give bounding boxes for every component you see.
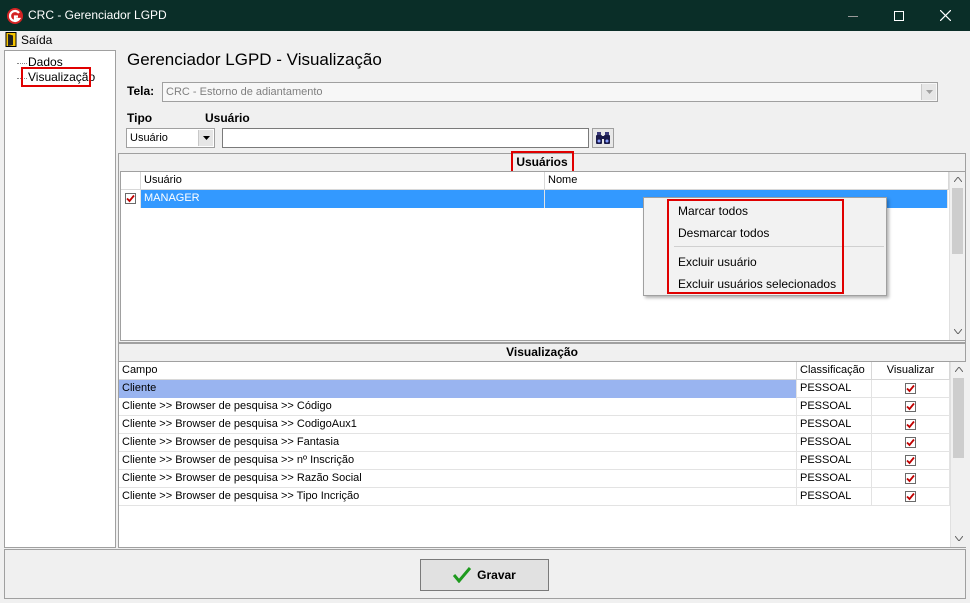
cell-campo: Cliente >> Browser de pesquisa >> Codigo…	[119, 416, 797, 434]
view-panel-title: Visualização	[506, 345, 578, 359]
exit-label: Saída	[21, 32, 53, 47]
highlight-box	[21, 67, 91, 87]
checkbox[interactable]	[905, 401, 916, 412]
maximize-button[interactable]	[876, 0, 922, 31]
usuario-label: Usuário	[205, 111, 250, 125]
exit-door-icon	[5, 32, 17, 47]
page-title: Gerenciador LGPD - Visualização	[127, 50, 382, 69]
column-header-campo[interactable]: Campo	[119, 362, 797, 380]
users-scrollbar[interactable]	[949, 172, 965, 340]
view-grid: Campo Classificação Visualizar Cliente P…	[118, 361, 966, 548]
title-bar: CRC - Gerenciador LGPD	[0, 0, 970, 31]
cell-visualizar[interactable]	[872, 488, 950, 506]
table-row[interactable]: Cliente PESSOAL	[119, 380, 950, 398]
tela-value: CRC - Estorno de adiantamento	[166, 86, 323, 98]
check-icon	[906, 402, 915, 411]
cell-visualizar[interactable]	[872, 398, 950, 416]
cell-visualizar[interactable]	[872, 416, 950, 434]
checkbox[interactable]	[905, 455, 916, 466]
cell-classificacao: PESSOAL	[797, 398, 872, 416]
cell-classificacao: PESSOAL	[797, 380, 872, 398]
cell-campo: Cliente >> Browser de pesquisa >> Tipo I…	[119, 488, 797, 506]
cell-classificacao: PESSOAL	[797, 452, 872, 470]
cell-campo: Cliente	[119, 380, 797, 398]
table-row[interactable]: Cliente >> Browser de pesquisa >> Código…	[119, 398, 950, 416]
users-grid-header: Usuário Nome	[121, 172, 949, 190]
checkbox[interactable]	[905, 491, 916, 502]
scroll-up-icon	[955, 367, 963, 372]
save-button[interactable]: Gravar	[420, 559, 549, 591]
table-row[interactable]: Cliente >> Browser de pesquisa >> Razão …	[119, 470, 950, 488]
check-icon	[906, 492, 915, 501]
navigation-tree: Dados Visualização	[4, 50, 116, 548]
scroll-up-icon	[954, 177, 962, 182]
tipo-value: Usuário	[130, 132, 168, 144]
binoculars-icon	[596, 132, 610, 144]
check-icon	[126, 194, 135, 203]
cell-campo: Cliente >> Browser de pesquisa >> nº Ins…	[119, 452, 797, 470]
check-icon	[906, 474, 915, 483]
minimize-icon	[848, 15, 858, 17]
minimize-button[interactable]	[830, 0, 876, 31]
save-label: Gravar	[477, 568, 516, 582]
cell-usuario: MANAGER	[141, 190, 545, 208]
column-header-usuario[interactable]: Usuário	[141, 172, 545, 190]
close-icon	[939, 10, 951, 21]
crc-logo-icon	[6, 7, 24, 25]
check-icon	[906, 456, 915, 465]
menu-bar: Saída	[0, 31, 970, 49]
row-checkbox-cell[interactable]	[121, 190, 141, 208]
close-button[interactable]	[922, 0, 968, 31]
checkmark-icon	[453, 567, 472, 583]
scroll-down-icon	[955, 536, 963, 541]
cell-visualizar[interactable]	[872, 434, 950, 452]
column-header-visualizar[interactable]: Visualizar	[872, 362, 950, 380]
usuario-input[interactable]	[222, 128, 589, 148]
cell-visualizar[interactable]	[872, 470, 950, 488]
view-grid-header: Campo Classificação Visualizar	[119, 362, 950, 380]
tipo-select[interactable]: Usuário	[126, 128, 215, 148]
cell-campo: Cliente >> Browser de pesquisa >> Razão …	[119, 470, 797, 488]
highlight-box	[667, 199, 844, 294]
view-scrollbar[interactable]	[950, 362, 966, 547]
column-header-classificacao[interactable]: Classificação	[797, 362, 872, 380]
column-header-nome[interactable]: Nome	[545, 172, 949, 190]
check-icon	[906, 420, 915, 429]
header-checkbox-column	[121, 172, 141, 190]
cell-campo: Cliente >> Browser de pesquisa >> Fantas…	[119, 434, 797, 452]
cell-classificacao: PESSOAL	[797, 434, 872, 452]
scroll-down-icon	[954, 329, 962, 334]
checkbox[interactable]	[905, 437, 916, 448]
table-row[interactable]: Cliente >> Browser de pesquisa >> Codigo…	[119, 416, 950, 434]
tree-connector	[17, 63, 27, 64]
maximize-icon	[894, 10, 904, 21]
scroll-thumb[interactable]	[952, 188, 963, 254]
window-title: CRC - Gerenciador LGPD	[28, 8, 167, 22]
exit-menu-item[interactable]: Saída	[5, 32, 52, 47]
checkbox[interactable]	[905, 419, 916, 430]
cell-visualizar[interactable]	[872, 380, 950, 398]
table-row[interactable]: Cliente >> Browser de pesquisa >> Fantas…	[119, 434, 950, 452]
tela-select[interactable]: CRC - Estorno de adiantamento	[162, 82, 938, 102]
table-row[interactable]: Cliente >> Browser de pesquisa >> nº Ins…	[119, 452, 950, 470]
table-row[interactable]: Cliente >> Browser de pesquisa >> Tipo I…	[119, 488, 950, 506]
cell-visualizar[interactable]	[872, 452, 950, 470]
checkbox[interactable]	[125, 193, 136, 204]
cell-campo: Cliente >> Browser de pesquisa >> Código	[119, 398, 797, 416]
cell-classificacao: PESSOAL	[797, 488, 872, 506]
checkbox[interactable]	[905, 473, 916, 484]
tipo-label: Tipo	[127, 111, 153, 125]
chevron-down-icon	[921, 84, 936, 100]
tela-label: Tela:	[127, 84, 155, 98]
scroll-thumb[interactable]	[953, 378, 964, 458]
search-user-button[interactable]	[592, 128, 614, 148]
check-icon	[906, 384, 915, 393]
chevron-down-icon	[198, 130, 213, 146]
cell-classificacao: PESSOAL	[797, 470, 872, 488]
highlight-box	[511, 151, 574, 173]
checkbox[interactable]	[905, 383, 916, 394]
check-icon	[906, 438, 915, 447]
cell-classificacao: PESSOAL	[797, 416, 872, 434]
